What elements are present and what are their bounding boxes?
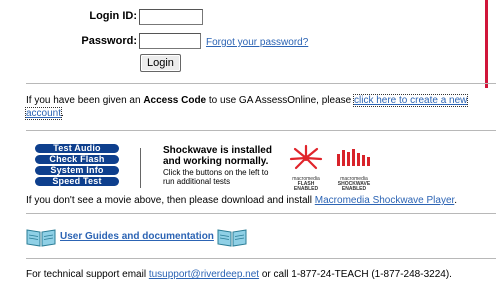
create-account-link-cont[interactable]: account bbox=[24, 107, 63, 120]
note-line-1: Click the buttons on the left to bbox=[163, 168, 269, 177]
accent-rule bbox=[485, 0, 488, 88]
shockwave-note: Click the buttons on the left to run add… bbox=[163, 168, 268, 186]
access-prefix: If you have been given an bbox=[26, 95, 144, 106]
access-middle: to use GA AssessOnline, please bbox=[206, 95, 354, 106]
divider bbox=[26, 213, 496, 214]
support-suffix: or call 1-877-24-TEACH (1-877-248-3224). bbox=[259, 269, 452, 280]
book-icon bbox=[216, 226, 248, 253]
password-label: Password: bbox=[81, 35, 137, 47]
flash-burst-icon bbox=[289, 144, 323, 170]
shockwave-bars-icon bbox=[337, 149, 370, 166]
access-suffix: . bbox=[61, 108, 64, 119]
shockwave-status: Shockwave is installed and working norma… bbox=[163, 145, 272, 167]
system-info-button[interactable]: System Info bbox=[35, 166, 119, 175]
check-flash-button[interactable]: Check Flash bbox=[35, 155, 119, 164]
status-line-1: Shockwave is installed bbox=[163, 145, 272, 156]
sw-logo-line-3: ENABLED bbox=[341, 186, 367, 192]
support-prefix: For technical support email bbox=[26, 269, 149, 280]
speed-test-button[interactable]: Speed Test bbox=[35, 177, 119, 186]
status-line-2: and working normally. bbox=[163, 156, 269, 167]
install-note: If you don't see a movie above, then ple… bbox=[26, 194, 498, 207]
access-code-text: If you have been given an Access Code to… bbox=[24, 94, 496, 120]
flash-logo-line-3: ENABLED bbox=[293, 186, 319, 192]
shockwave-enabled-logo: macromedia SHOCKWAVE ENABLED bbox=[331, 146, 377, 192]
password-input[interactable] bbox=[139, 33, 201, 49]
note-line-2: run additional tests bbox=[163, 177, 231, 186]
vertical-divider bbox=[140, 148, 141, 188]
user-guides-link[interactable]: User Guides and documentation bbox=[60, 231, 214, 242]
divider bbox=[26, 83, 496, 84]
create-account-link[interactable]: click here to create a new bbox=[352, 94, 469, 107]
forgot-password-link[interactable]: Forgot your password? bbox=[206, 37, 308, 48]
install-prefix: If you don't see a movie above, then ple… bbox=[26, 195, 315, 206]
login-id-input[interactable] bbox=[139, 9, 203, 25]
support-text: For technical support email tusupport@ri… bbox=[26, 268, 452, 281]
install-suffix: . bbox=[454, 195, 458, 206]
login-id-label: Login ID: bbox=[89, 10, 137, 22]
support-email-link[interactable]: tusupport@riverdeep.net bbox=[149, 269, 259, 280]
flash-enabled-logo: macromedia FLASH ENABLED bbox=[284, 144, 328, 192]
divider bbox=[26, 130, 496, 131]
divider bbox=[26, 258, 496, 259]
book-icon bbox=[25, 226, 57, 253]
shockwave-download-link[interactable]: Macromedia Shockwave Player bbox=[315, 195, 455, 206]
test-audio-button[interactable]: Test Audio bbox=[35, 144, 119, 153]
access-code-bold: Access Code bbox=[143, 95, 207, 106]
login-button[interactable]: Login bbox=[140, 54, 181, 72]
